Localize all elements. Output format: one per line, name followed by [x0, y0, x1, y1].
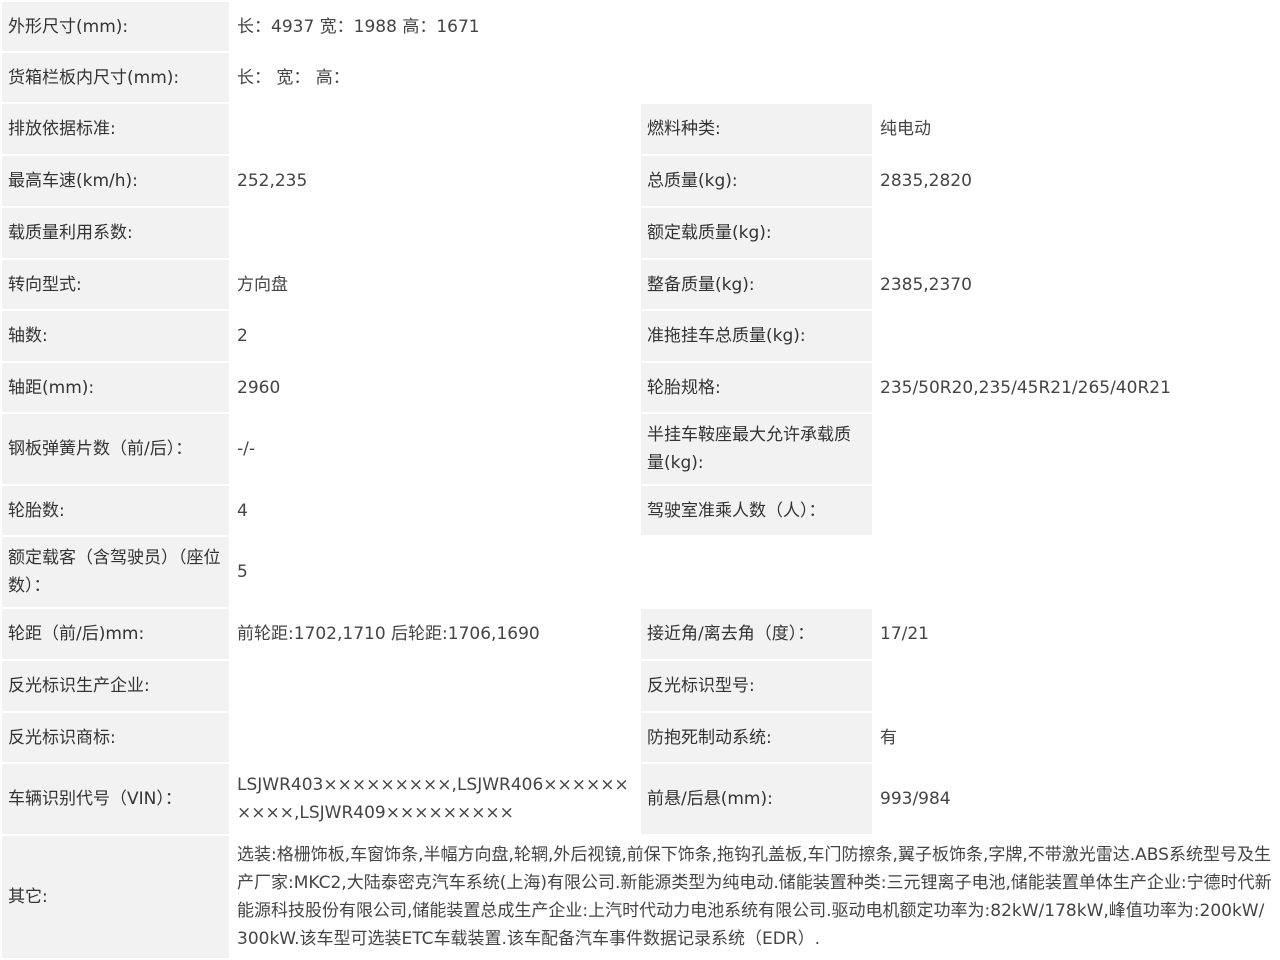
- table-row: 最高车速(km/h): 252,235 总质量(kg): 2835,2820: [0, 154, 1280, 208]
- overhang-value: 993/984: [871, 762, 1280, 836]
- saddle-load-value: [871, 412, 1280, 486]
- steering-value: 方向盘: [229, 258, 641, 311]
- table-row: 其它: 选装:格栅饰板,车窗饰条,半幅方向盘,轮辋,外后视镜,前保下饰条,拖钩孔…: [0, 834, 1280, 960]
- other-value: 选装:格栅饰板,车窗饰条,半幅方向盘,轮辋,外后视镜,前保下饰条,拖钩孔盖板,车…: [228, 834, 1280, 960]
- leaf-springs-label: 钢板弹簧片数（前/后）：: [0, 412, 231, 486]
- table-row: 车辆识别代号（VIN）： LSJWR403×××××××××,LSJWR406×…: [0, 762, 1280, 836]
- angles-label: 接近角/离去角（度）：: [639, 607, 874, 661]
- cargo-box-value: 长： 宽： 高：: [228, 51, 1280, 104]
- trailer-mass-label: 准拖挂车总质量(kg):: [639, 309, 874, 363]
- table-row: 载质量利用系数: 额定载质量(kg):: [0, 206, 1280, 260]
- emission-standard-label: 排放依据标准:: [0, 102, 231, 156]
- tire-spec-value: 235/50R20,235/45R21/265/40R21: [871, 361, 1280, 414]
- reflector-model-label: 反光标识型号:: [639, 659, 874, 713]
- table-row: 钢板弹簧片数（前/后）： -/- 半挂车鞍座最大允许承载质量(kg):: [0, 412, 1280, 486]
- angles-value: 17/21: [871, 607, 1280, 661]
- cargo-box-label: 货箱栏板内尺寸(mm):: [0, 51, 231, 104]
- rated-load-label: 额定载质量(kg):: [639, 206, 874, 260]
- steering-label: 转向型式:: [0, 258, 231, 311]
- load-utilization-label: 载质量利用系数:: [0, 206, 231, 260]
- overhang-label: 前悬/后悬(mm):: [639, 762, 874, 836]
- table-row: 排放依据标准: 燃料种类: 纯电动: [0, 102, 1280, 156]
- tire-spec-label: 轮胎规格:: [639, 361, 874, 414]
- abs-value: 有: [871, 711, 1280, 764]
- table-row: 外形尺寸(mm): 长：4937 宽：1988 高：1671: [0, 0, 1280, 53]
- fuel-type-value: 纯电动: [871, 102, 1280, 156]
- reflector-maker-value: [229, 659, 641, 713]
- trailer-mass-value: [871, 309, 1280, 363]
- max-speed-label: 最高车速(km/h):: [0, 154, 231, 208]
- table-row: 额定载客（含驾驶员）（座位数）： 5: [0, 535, 1280, 609]
- emission-standard-value: [229, 102, 641, 156]
- table-row: 轴距(mm): 2960 轮胎规格: 235/50R20,235/45R21/2…: [0, 361, 1280, 414]
- reflector-brand-label: 反光标识商标:: [0, 711, 231, 764]
- fuel-type-label: 燃料种类:: [639, 102, 874, 156]
- vin-label: 车辆识别代号（VIN）：: [0, 762, 231, 836]
- total-mass-label: 总质量(kg):: [639, 154, 874, 208]
- track-value: 前轮距:1702,1710 后轮距:1706,1690: [229, 607, 641, 661]
- cab-passengers-value: [871, 484, 1280, 537]
- vin-value: LSJWR403×××××××××,LSJWR406××××××××××,LSJ…: [229, 762, 641, 836]
- curb-mass-label: 整备质量(kg):: [639, 258, 874, 311]
- tire-count-label: 轮胎数:: [0, 484, 231, 537]
- reflector-maker-label: 反光标识生产企业:: [0, 659, 231, 713]
- track-label: 轮距（前/后)mm:: [0, 607, 231, 661]
- abs-label: 防抱死制动系统:: [639, 711, 874, 764]
- dimensions-value: 长：4937 宽：1988 高：1671: [228, 0, 1280, 53]
- axles-label: 轴数:: [0, 309, 231, 363]
- saddle-load-label: 半挂车鞍座最大允许承载质量(kg):: [639, 412, 874, 486]
- other-label: 其它:: [0, 834, 231, 960]
- curb-mass-value: 2385,2370: [871, 258, 1280, 311]
- reflector-model-value: [871, 659, 1280, 713]
- table-row: 转向型式: 方向盘 整备质量(kg): 2385,2370: [0, 258, 1280, 311]
- table-row: 反光标识商标: 防抱死制动系统: 有: [0, 711, 1280, 764]
- leaf-springs-value: -/-: [229, 412, 641, 486]
- rated-load-value: [871, 206, 1280, 260]
- axles-value: 2: [229, 309, 641, 363]
- seats-value: 5: [228, 535, 1280, 609]
- table-row: 反光标识生产企业: 反光标识型号:: [0, 659, 1280, 713]
- tire-count-value: 4: [229, 484, 641, 537]
- wheelbase-value: 2960: [229, 361, 641, 414]
- load-utilization-value: [229, 206, 641, 260]
- vehicle-spec-table: 外形尺寸(mm): 长：4937 宽：1988 高：1671 货箱栏板内尺寸(m…: [0, 0, 1280, 960]
- table-row: 轮胎数: 4 驾驶室准乘人数（人）：: [0, 484, 1280, 537]
- table-row: 轮距（前/后)mm: 前轮距:1702,1710 后轮距:1706,1690 接…: [0, 607, 1280, 661]
- max-speed-value: 252,235: [229, 154, 641, 208]
- table-row: 货箱栏板内尺寸(mm): 长： 宽： 高：: [0, 51, 1280, 104]
- wheelbase-label: 轴距(mm):: [0, 361, 231, 414]
- table-row: 轴数: 2 准拖挂车总质量(kg):: [0, 309, 1280, 363]
- total-mass-value: 2835,2820: [871, 154, 1280, 208]
- cab-passengers-label: 驾驶室准乘人数（人）：: [639, 484, 874, 537]
- dimensions-label: 外形尺寸(mm):: [0, 0, 231, 53]
- reflector-brand-value: [229, 711, 641, 764]
- seats-label: 额定载客（含驾驶员）（座位数）：: [0, 535, 231, 609]
